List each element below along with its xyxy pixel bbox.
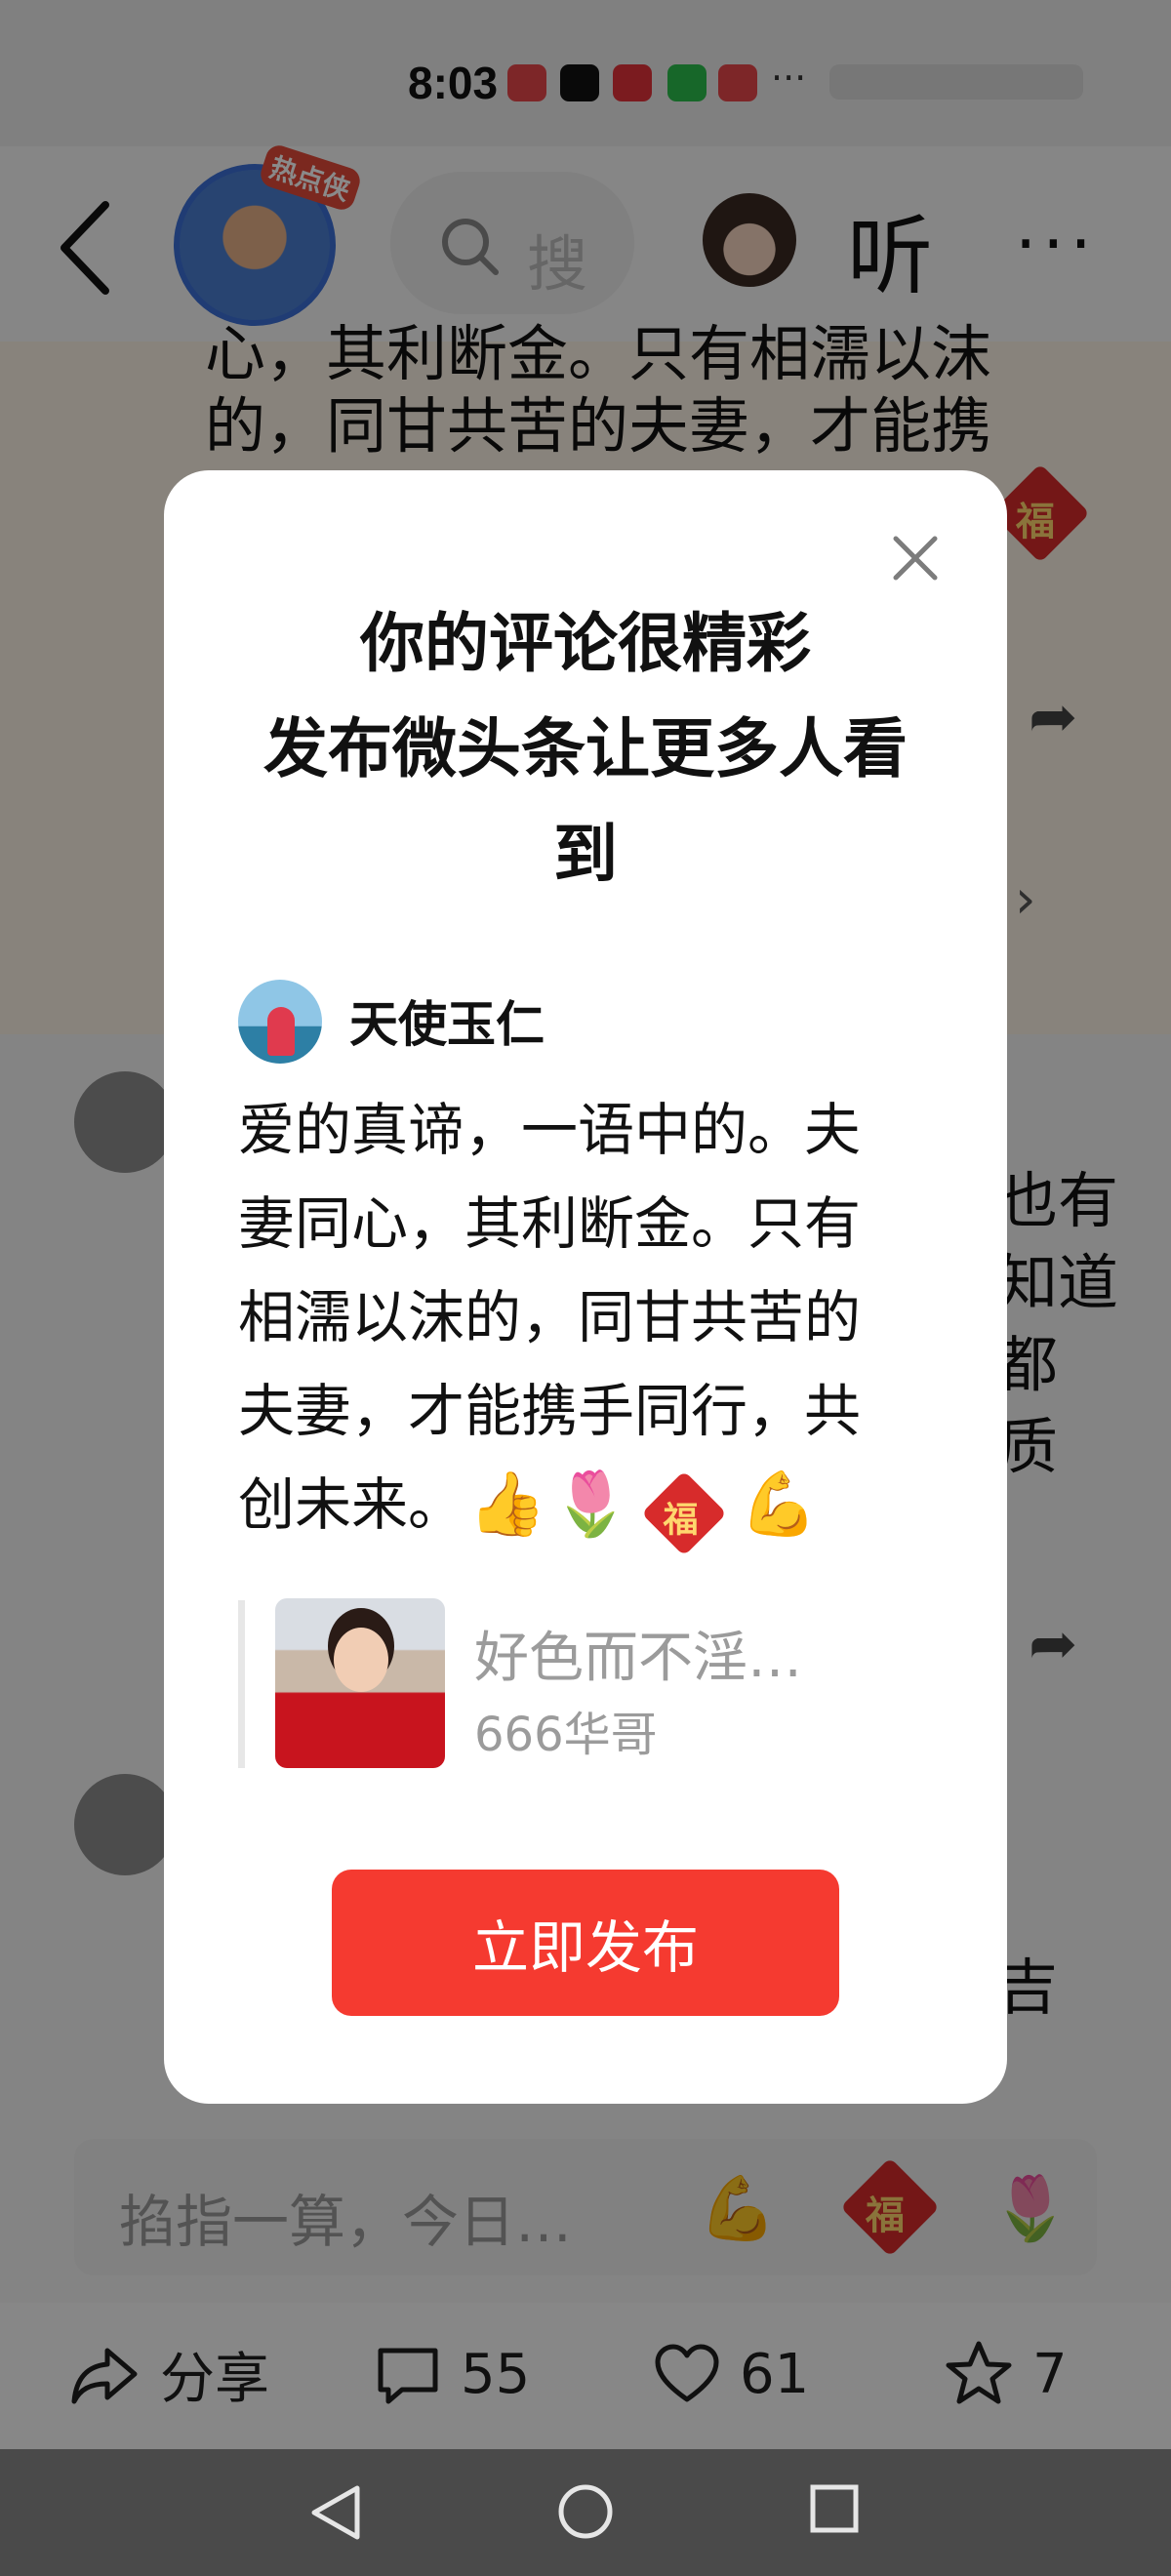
dialog-title-line-1: 你的评论很精彩 (360, 606, 811, 681)
comment-emojis: 👍🌷 (468, 1468, 635, 1541)
nav-back-icon[interactable] (308, 2482, 363, 2543)
publish-button[interactable]: 立即发布 (332, 1870, 839, 2016)
dialog-title-line-3: 到 (553, 817, 618, 892)
system-nav-bar (0, 2449, 1171, 2576)
nav-home-icon[interactable] (556, 2482, 615, 2541)
author-avatar (238, 980, 322, 1064)
quote-divider (238, 1600, 245, 1768)
author-name: 天使玉仁 (349, 996, 545, 1053)
dialog-title-line-2: 发布微头条让更多人看 (263, 711, 908, 786)
nav-recents-icon[interactable] (808, 2482, 861, 2535)
thumbs-up-rose-emoji: 👍🌷 (468, 1469, 636, 1541)
muscle-emoji-icon: 💪 (740, 1469, 818, 1541)
quote-title: 好色而不淫… (474, 1627, 802, 1690)
dialog-title: 你的评论很精彩 发布微头条让更多人看 到 (222, 591, 949, 907)
quote-thumbnail (275, 1598, 445, 1768)
close-icon[interactable] (886, 529, 945, 587)
publish-dialog: 你的评论很精彩 发布微头条让更多人看 到 天使玉仁 爱的真谛，一语中的。夫妻同心… (164, 470, 1007, 2104)
quote-author: 666华哥 (474, 1708, 658, 1762)
